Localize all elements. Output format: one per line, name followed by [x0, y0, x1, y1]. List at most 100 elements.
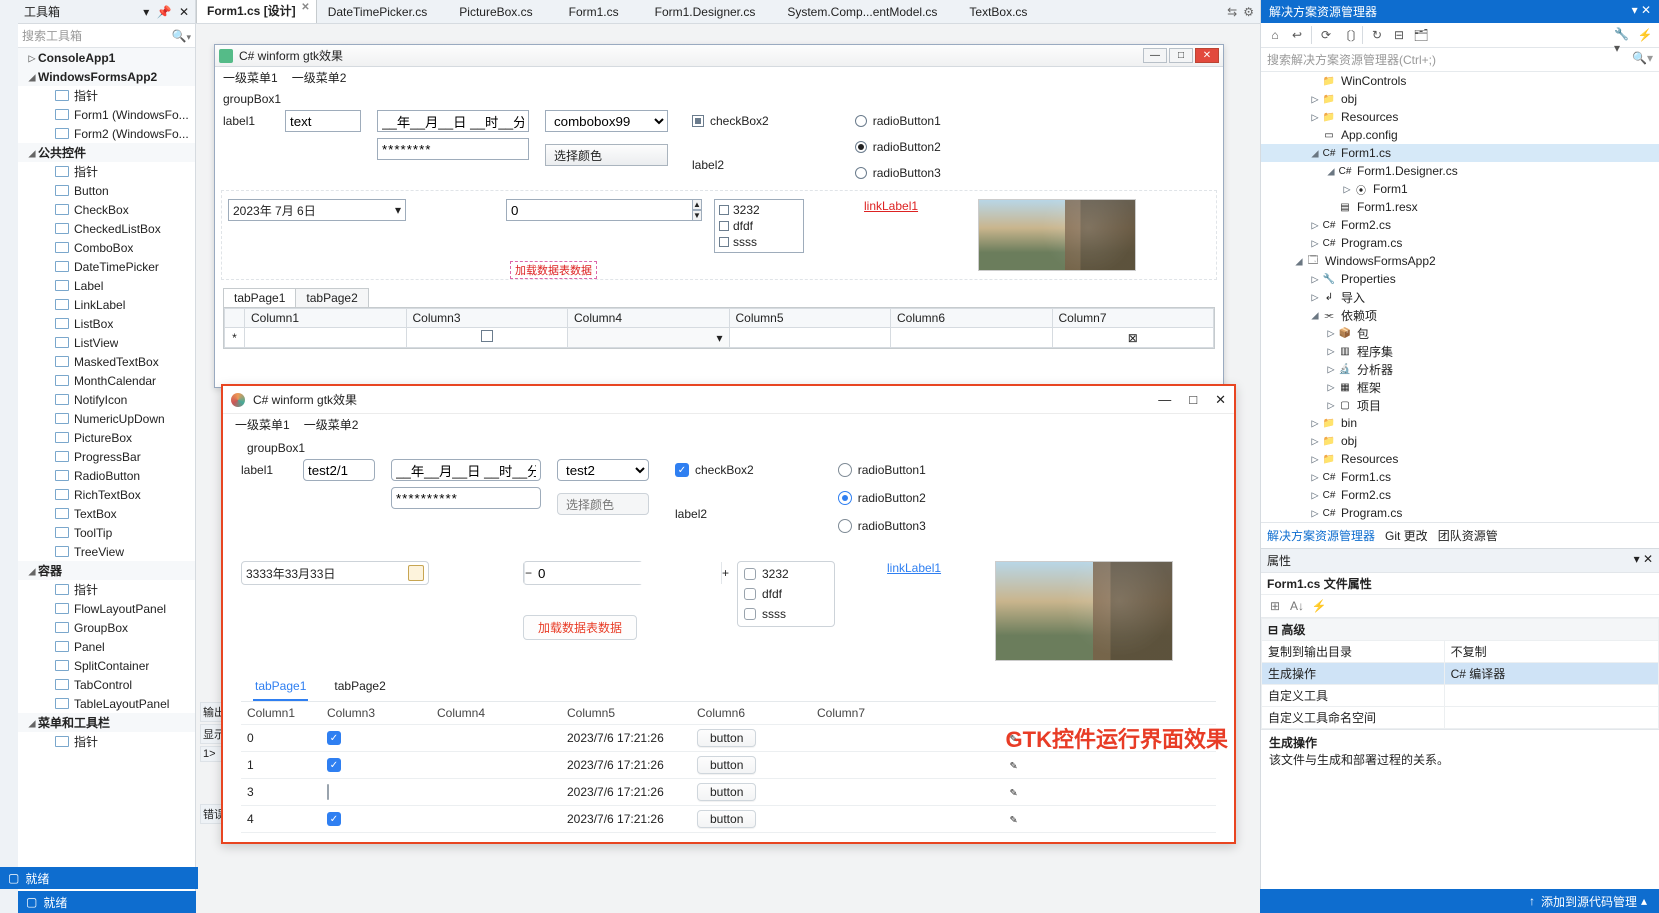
- sol-collapse-icon[interactable]: ⊟: [1389, 26, 1409, 44]
- solution-tree-node[interactable]: ▷C#Form2.cs: [1261, 216, 1659, 234]
- toolbox-item[interactable]: 指针: [18, 162, 195, 181]
- doc-tab[interactable]: Form1.cs: [554, 0, 644, 23]
- linklabel1[interactable]: linkLabel1: [864, 199, 918, 213]
- designer-grid[interactable]: Column1 Column3 Column4 Column5 Column6 …: [224, 308, 1214, 348]
- toolbox-item[interactable]: ComboBox: [18, 238, 195, 257]
- toolbox-item[interactable]: 指针: [18, 732, 195, 751]
- toolbox-item[interactable]: DateTimePicker: [18, 257, 195, 276]
- sol-bracket-icon[interactable]: 〔〕: [1338, 26, 1358, 44]
- solution-tree-node[interactable]: ▷C#Form2.cs: [1261, 486, 1659, 504]
- gtk-titlebar[interactable]: C# winform gtk效果 — □ ✕: [223, 386, 1234, 414]
- gtk-grid-row[interactable]: 12023/7/6 17:21:26button✎: [241, 752, 1216, 779]
- solution-tree-node[interactable]: ◢C#Form1.cs: [1261, 144, 1659, 162]
- soltab-explorer[interactable]: 解决方案资源管理器: [1267, 527, 1375, 544]
- toolbox-item[interactable]: CheckBox: [18, 200, 195, 219]
- toolbox-pin-icon[interactable]: 📌: [157, 5, 172, 19]
- radio1-row[interactable]: radioButton1: [855, 110, 941, 132]
- toolbox-item[interactable]: TextBox: [18, 504, 195, 523]
- solution-tree-node[interactable]: ▷🔬分析器: [1261, 360, 1659, 378]
- soltab-git[interactable]: Git 更改: [1385, 527, 1428, 544]
- tabs-gear-icon[interactable]: ⚙: [1243, 5, 1254, 19]
- solution-tree-node[interactable]: ▷▦框架: [1261, 378, 1659, 396]
- solution-tree-node[interactable]: ▤Form1.resx: [1261, 198, 1659, 216]
- toolbox-item[interactable]: Panel: [18, 637, 195, 656]
- solution-tree[interactable]: 📁WinControls▷📁obj▷📁Resources▭App.config◢…: [1261, 72, 1659, 522]
- minimize-button[interactable]: —: [1143, 48, 1167, 63]
- radio2-row[interactable]: radioButton2: [855, 136, 941, 158]
- solution-tree-node[interactable]: ◢⫘依赖项: [1261, 306, 1659, 324]
- gtk-maximize-button[interactable]: □: [1189, 392, 1197, 408]
- sol-wrench-icon[interactable]: 🔧▾: [1613, 26, 1633, 44]
- solution-tree-node[interactable]: ◢🗔WindowsFormsApp2: [1261, 252, 1659, 270]
- gtk-menu-2[interactable]: 一级菜单2: [304, 416, 359, 433]
- toolbox-item[interactable]: ListView: [18, 333, 195, 352]
- doc-tab[interactable]: PictureBox.cs: [448, 0, 553, 23]
- toolbox-item[interactable]: ToolTip: [18, 523, 195, 542]
- props-grid[interactable]: ⊟ 高级 复制到输出目录不复制 生成操作C# 编译器 自定义工具 自定义工具命名…: [1261, 618, 1659, 729]
- toolbox-close-icon[interactable]: ✕: [179, 5, 189, 19]
- toolbox-item[interactable]: TreeView: [18, 542, 195, 561]
- datetimepicker[interactable]: 2023年 7月 6日 ▾: [228, 199, 406, 221]
- toolbox-tree[interactable]: ▷ConsoleApp1◢WindowsFormsApp2指针Form1 (Wi…: [18, 48, 195, 913]
- toolbox-item[interactable]: Button: [18, 181, 195, 200]
- doc-tab[interactable]: Form1.Designer.cs: [644, 0, 777, 23]
- props-close-icon[interactable]: ✕: [1643, 552, 1653, 566]
- toolbox-item[interactable]: Label: [18, 276, 195, 295]
- textbox1[interactable]: [285, 110, 361, 132]
- sol-sync-icon[interactable]: ⟳: [1316, 26, 1336, 44]
- source-control-upload-icon[interactable]: ↑: [1529, 894, 1535, 908]
- toolbox-group-header[interactable]: ▷ConsoleApp1: [18, 48, 195, 67]
- menu-item-1[interactable]: 一级菜单1: [223, 69, 278, 86]
- gtk-numeric-plus[interactable]: +: [721, 562, 729, 584]
- numeric-down[interactable]: ▼: [693, 210, 702, 221]
- toolbox-item[interactable]: SplitContainer: [18, 656, 195, 675]
- toolbox-item[interactable]: 指针: [18, 580, 195, 599]
- sol-back-icon[interactable]: ↩: [1287, 26, 1307, 44]
- solution-tree-node[interactable]: ▷▥程序集: [1261, 342, 1659, 360]
- solution-tree-node[interactable]: ▷📁bin: [1261, 414, 1659, 432]
- solution-tree-node[interactable]: ▷C#Form1.cs: [1261, 468, 1659, 486]
- solution-close-icon[interactable]: ✕: [1641, 3, 1651, 17]
- solution-tree-node[interactable]: ▷🔧Properties: [1261, 270, 1659, 288]
- solution-tree-node[interactable]: ▷📦包: [1261, 324, 1659, 342]
- toolbox-item[interactable]: LinkLabel: [18, 295, 195, 314]
- gtk-radio3[interactable]: radioButton3: [838, 515, 926, 537]
- doc-tab[interactable]: System.Comp...entModel.cs: [776, 0, 958, 23]
- solution-tree-node[interactable]: ▷C#Program.cs: [1261, 234, 1659, 252]
- menu-item-2[interactable]: 一级菜单2: [292, 69, 347, 86]
- tabs-overflow-icon[interactable]: ⇆: [1227, 5, 1237, 19]
- gtk-datemask[interactable]: [391, 459, 541, 481]
- toolbox-group-header[interactable]: ◢公共控件: [18, 143, 195, 162]
- gtk-radio2[interactable]: radioButton2: [838, 487, 926, 509]
- solution-tree-node[interactable]: ▷▢项目: [1261, 396, 1659, 414]
- grid-col3-checkbox[interactable]: [481, 330, 493, 342]
- toolbox-item[interactable]: ListBox: [18, 314, 195, 333]
- password-input[interactable]: [377, 138, 529, 160]
- gtk-checkbox2[interactable]: checkBox2: [675, 459, 754, 481]
- gtk-menu-1[interactable]: 一级菜单1: [235, 416, 290, 433]
- gtk-grid-row[interactable]: 42023/7/6 17:21:26button✎: [241, 806, 1216, 833]
- solution-tree-node[interactable]: ▷⦿Form1: [1261, 180, 1659, 198]
- sol-filter-icon[interactable]: ⚡: [1635, 26, 1655, 44]
- sol-refresh-icon[interactable]: ↻: [1367, 26, 1387, 44]
- toolbox-item[interactable]: MonthCalendar: [18, 371, 195, 390]
- designer-titlebar[interactable]: C# winform gtk效果 — □ ✕: [215, 45, 1223, 67]
- datemask-input[interactable]: [377, 110, 529, 132]
- gtk-radio1[interactable]: radioButton1: [838, 459, 926, 481]
- props-cat-icon[interactable]: ⊞: [1265, 597, 1285, 615]
- toolbox-item[interactable]: GroupBox: [18, 618, 195, 637]
- gtk-combobox[interactable]: test2: [557, 459, 649, 481]
- gtk-checkedlistbox[interactable]: 3232 dfdf ssss: [737, 561, 835, 627]
- gtk-datetimepicker[interactable]: 3333年33月33日: [241, 561, 429, 585]
- doc-tab[interactable]: DateTimePicker.cs: [317, 0, 449, 23]
- solution-tree-node[interactable]: ▭App.config: [1261, 126, 1659, 144]
- choose-color-button[interactable]: 选择颜色: [545, 144, 668, 166]
- doc-tab[interactable]: TextBox.cs: [958, 0, 1048, 23]
- toolbox-item[interactable]: PictureBox: [18, 428, 195, 447]
- toolbox-item[interactable]: NotifyIcon: [18, 390, 195, 409]
- gtk-minimize-button[interactable]: —: [1158, 392, 1171, 408]
- toolbox-item[interactable]: Form1 (WindowsFo...: [18, 105, 195, 124]
- designer-window[interactable]: C# winform gtk效果 — □ ✕ 一级菜单1 一级菜单2 group…: [214, 44, 1224, 388]
- gtk-numeric-input[interactable]: [532, 562, 721, 584]
- gtk-password[interactable]: [391, 487, 541, 509]
